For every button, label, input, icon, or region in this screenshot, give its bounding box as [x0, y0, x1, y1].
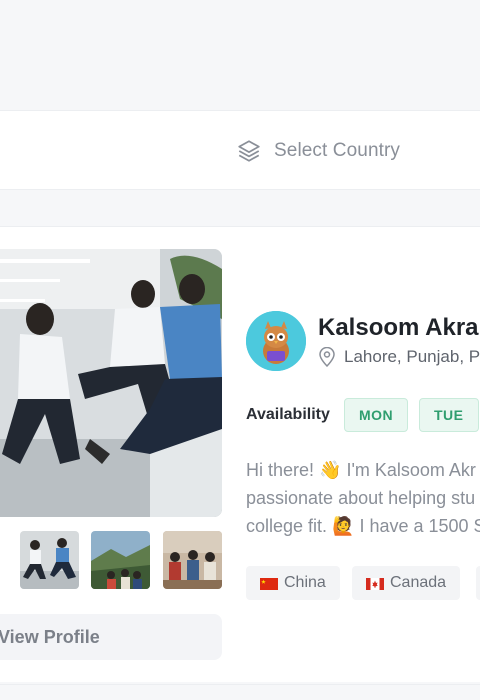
photo-thumbnails	[0, 531, 222, 589]
day-chip-mon: MON	[344, 398, 409, 432]
location-text: Lahore, Punjab, P	[344, 347, 480, 366]
tutor-name: Kalsoom Akra	[318, 314, 479, 341]
top-header-area	[0, 0, 480, 108]
filter-bar: Select Country	[0, 110, 480, 190]
bio-line: passionate about helping stu	[246, 488, 476, 508]
map-pin-icon	[319, 347, 335, 367]
availability-label: Availability	[246, 406, 330, 423]
tutor-location: Lahore, Punjab, P	[318, 347, 480, 367]
next-card-edge	[0, 684, 480, 700]
canada-flag-icon	[366, 577, 384, 590]
bio-line: Hi there! 👋 I'm Kalsoom Akr	[246, 460, 476, 480]
day-chip-tue: TUE	[419, 398, 479, 432]
country-tag-china: China	[246, 566, 340, 600]
tutor-bio: Hi there! 👋 I'm Kalsoom Akr passionate a…	[246, 456, 480, 540]
china-flag-icon	[260, 577, 278, 590]
avatar	[246, 311, 306, 371]
country-select[interactable]: Select Country	[236, 135, 400, 167]
photo-thumbnail[interactable]	[91, 531, 150, 589]
photo-thumbnail[interactable]	[163, 531, 222, 589]
bio-line: college fit. 🙋 I have a 1500 S	[246, 516, 480, 536]
photo-thumbnail[interactable]	[20, 531, 79, 589]
country-tag-label: Canada	[390, 574, 447, 591]
main-profile-photo[interactable]	[0, 249, 222, 517]
layers-icon	[238, 140, 260, 162]
country-tag-label: China	[284, 574, 326, 591]
view-profile-button[interactable]: View Profile	[0, 614, 222, 660]
country-select-label: Select Country	[274, 140, 401, 161]
country-tag-overflow	[476, 566, 480, 600]
view-profile-label: View Profile	[0, 626, 100, 647]
country-tag-canada: Canada	[352, 566, 461, 600]
